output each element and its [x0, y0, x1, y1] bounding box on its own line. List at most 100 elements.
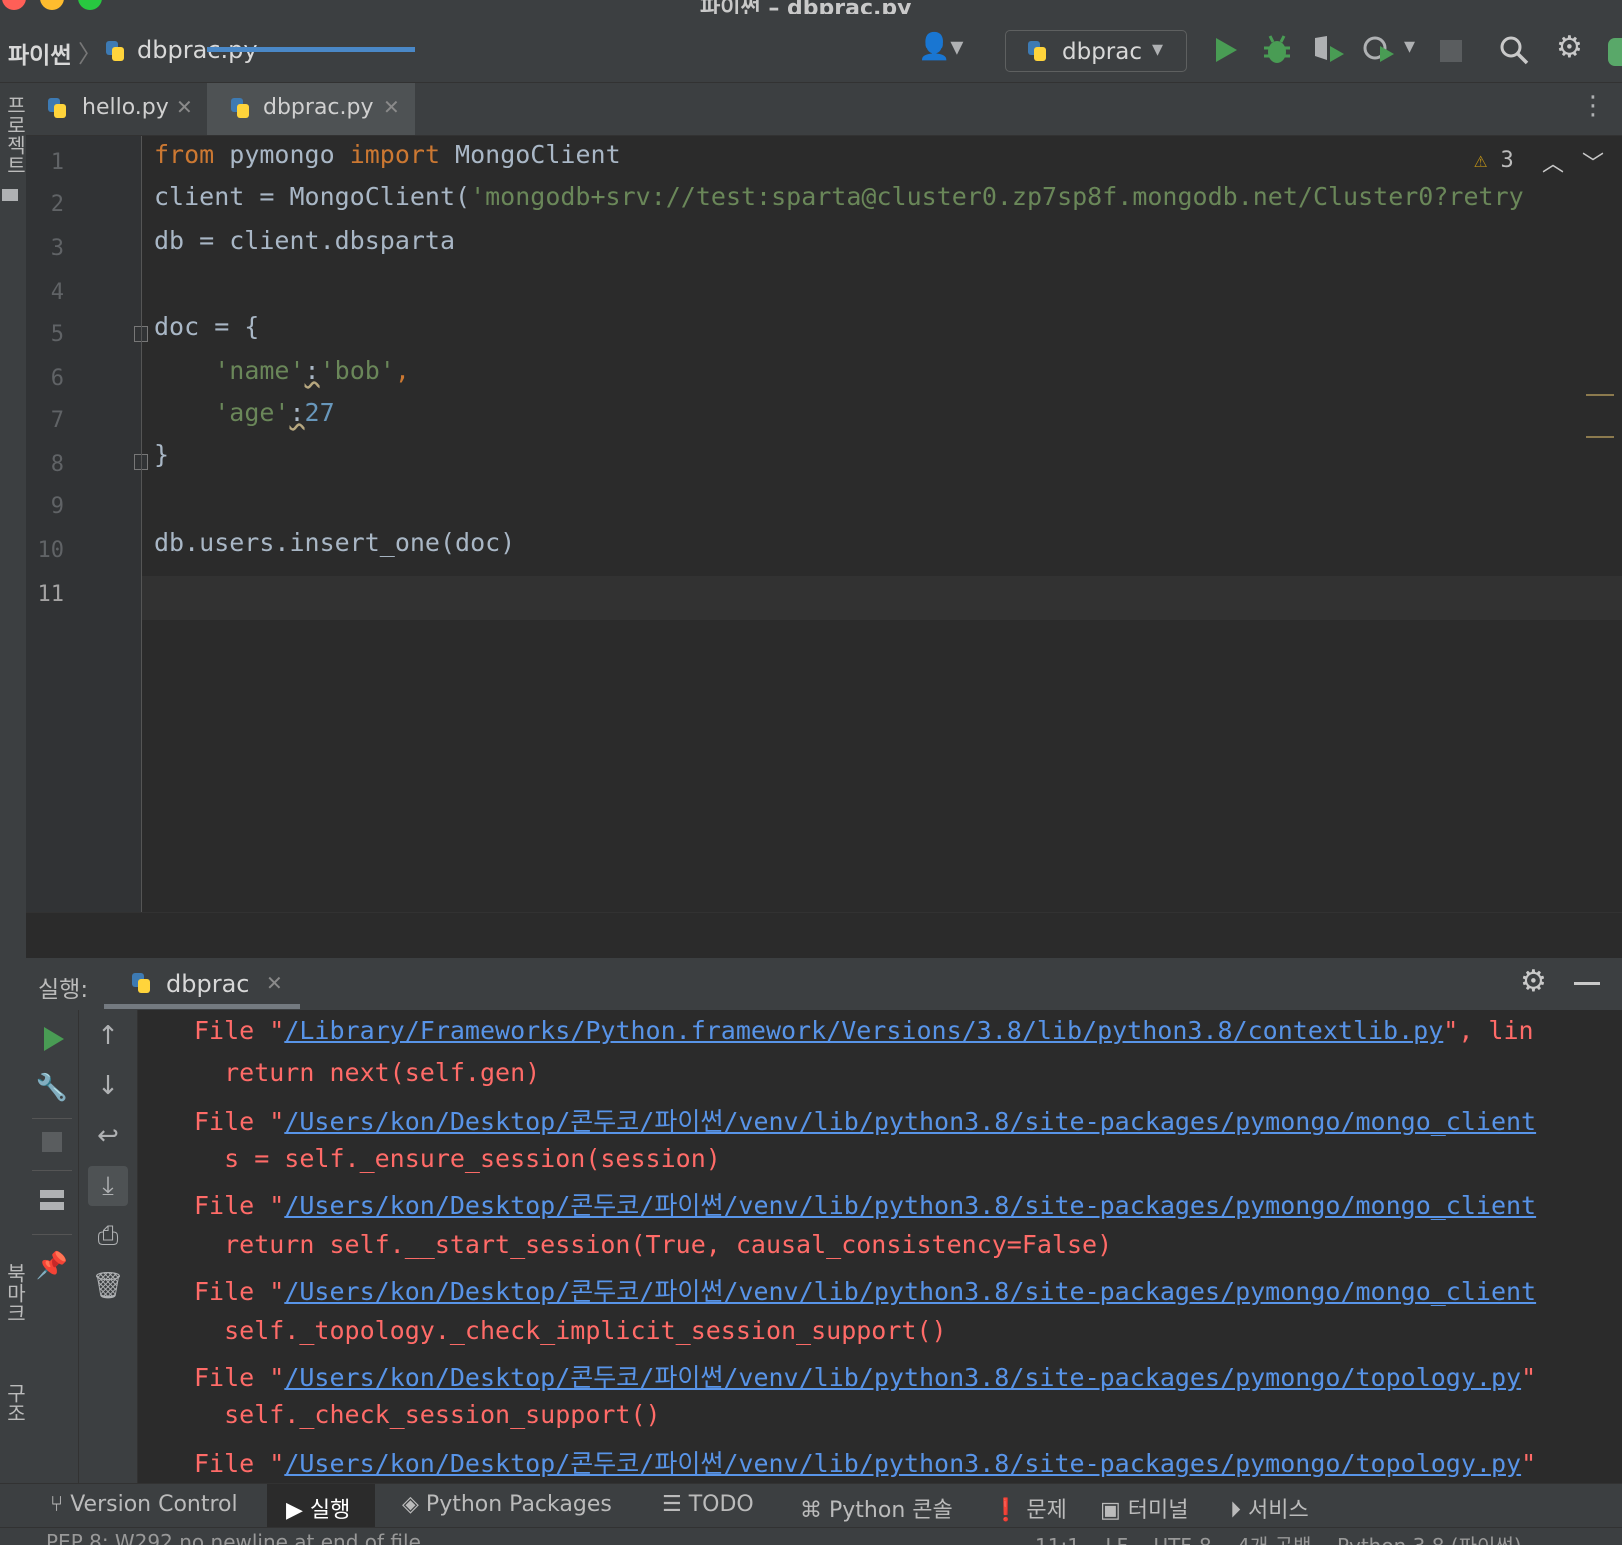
run-panel-body: 🔧 📌 ↑ ↓ ↩ ⤓ ⎙ 🗑 File "/Library/Framework… — [26, 1010, 1622, 1483]
status-message: PEP 8: W292 no newline at end of file — [46, 1530, 421, 1545]
terminal-icon: ▣ — [1100, 1498, 1128, 1523]
run-panel-label: 실행: — [38, 977, 89, 1003]
tab-label: dbprac.py — [263, 95, 374, 120]
tab-hello-py[interactable]: hello.py ✕ — [26, 83, 204, 135]
current-line-highlight — [142, 576, 1622, 620]
file-link[interactable]: /Users/kon/Desktop/콘두코/파이썬/venv/lib/pyth… — [284, 1107, 1536, 1136]
tool-tab-version-control[interactable]: ⑂ Version Control — [50, 1492, 238, 1517]
list-icon: ☰ — [662, 1492, 689, 1517]
account-icon[interactable]: 👤▾ — [918, 32, 963, 62]
status-info: 11:1 LF UTF-8 4개 공백 Python 3.8 (파이썬) — [1035, 1530, 1522, 1545]
layout-icon-lower — [40, 1202, 64, 1210]
file-link[interactable]: /Users/kon/Desktop/콘두코/파이썬/venv/lib/pyth… — [284, 1363, 1521, 1392]
warning-count: 3 — [1500, 148, 1514, 173]
trash-icon[interactable]: 🗑 — [88, 1266, 128, 1306]
close-icon[interactable]: ✕ — [176, 95, 193, 119]
minimize-window-button[interactable] — [40, 0, 64, 10]
warnings-indicator[interactable]: ⚠ 3 — [1474, 148, 1514, 173]
line-number: 3 — [50, 236, 64, 261]
line-number: 7 — [50, 408, 64, 433]
panel-splitter[interactable] — [26, 912, 1622, 959]
file-link[interactable]: /Users/kon/Desktop/콘두코/파이썬/venv/lib/pyth… — [284, 1277, 1536, 1306]
breadcrumb-project[interactable]: 파이썬 — [8, 36, 71, 70]
debug-icon[interactable] — [1262, 34, 1292, 66]
python-file-icon — [106, 41, 124, 61]
line-number: 2 — [50, 192, 64, 217]
file-link[interactable]: /Users/kon/Desktop/콘두코/파이썬/venv/lib/pyth… — [284, 1449, 1521, 1478]
code-line-8: } — [154, 440, 170, 469]
arrow-up-icon[interactable]: ↑ — [88, 1016, 128, 1056]
layout-icon[interactable] — [40, 1190, 64, 1198]
caret-position[interactable]: 11:1 — [1035, 1534, 1080, 1545]
python-file-icon — [48, 98, 66, 118]
tool-tab-python-packages[interactable]: ◈ Python Packages — [402, 1492, 612, 1517]
traceback-file-line: File "/Library/Frameworks/Python.framewo… — [194, 1016, 1534, 1045]
folder-icon — [2, 189, 18, 201]
indent-setting[interactable]: 4개 공백 — [1237, 1534, 1311, 1545]
tool-tab-todo[interactable]: ☰ TODO — [662, 1492, 754, 1517]
code-line-3: db = client.dbsparta — [154, 226, 456, 255]
arrow-down-icon[interactable]: ↓ — [88, 1066, 128, 1106]
code-line-10: db.users.insert_one(doc) — [154, 528, 516, 557]
profile-icon[interactable] — [1362, 34, 1396, 66]
tool-tab-problems[interactable]: ❗ 문제 — [992, 1492, 1067, 1524]
python-icon — [1028, 41, 1046, 61]
more-tabs-icon[interactable]: ⋮ — [1580, 91, 1606, 121]
settings-gear-icon[interactable]: ⚙ — [1520, 964, 1547, 999]
close-icon[interactable]: ✕ — [266, 971, 283, 995]
tool-tab-python-console[interactable]: ⌘ Python 콘솔 — [800, 1492, 953, 1524]
python-icon — [132, 973, 150, 993]
line-number: 1 — [50, 150, 64, 175]
traceback-code-line: return next(self.gen) — [194, 1058, 541, 1087]
run-tab-label[interactable]: dbprac — [166, 970, 249, 998]
console-output[interactable]: File "/Library/Frameworks/Python.framewo… — [140, 1010, 1622, 1483]
wrench-icon[interactable]: 🔧 — [32, 1068, 72, 1108]
line-number: 8 — [50, 452, 64, 477]
line-number-gutter: 1 2 3 4 5 6 7 8 9 10 11 — [26, 136, 148, 912]
line-number: 9 — [50, 494, 64, 519]
print-icon[interactable]: ⎙ — [88, 1216, 128, 1256]
coverage-icon[interactable] — [1312, 34, 1346, 66]
left-tool-strip: 프로젝트 북마크 구조 — [0, 83, 27, 1483]
more-run-options-icon[interactable]: ▾ — [1404, 34, 1415, 59]
run-icon[interactable] — [1213, 36, 1239, 64]
line-number: 6 — [50, 366, 64, 391]
code-line-5: doc = { — [154, 312, 260, 341]
scrollbar-warning-mark[interactable] — [1586, 394, 1614, 396]
traceback-file-line: File "/Users/kon/Desktop/콘두코/파이썬/venv/li… — [194, 1363, 1537, 1392]
hide-panel-icon[interactable] — [1574, 982, 1600, 985]
search-icon[interactable] — [1498, 34, 1530, 66]
file-link[interactable]: /Users/kon/Desktop/콘두코/파이썬/venv/lib/pyth… — [284, 1191, 1536, 1220]
previous-highlight-icon[interactable]: ︿ — [1542, 146, 1564, 178]
close-icon[interactable]: ✕ — [383, 95, 400, 119]
run-configuration-select[interactable]: dbprac ▾ — [1005, 30, 1187, 72]
plugin-icon[interactable] — [1608, 38, 1622, 66]
tool-window-bar: ⑂ Version Control ▶ 실행 ◈ Python Packages… — [0, 1483, 1622, 1528]
settings-gear-icon[interactable]: ⚙ — [1556, 30, 1583, 65]
toolbar-divider — [32, 1118, 72, 1119]
close-window-button[interactable] — [2, 0, 26, 10]
tool-tab-run[interactable]: ▶ 실행 — [286, 1492, 350, 1524]
rerun-icon[interactable] — [42, 1026, 66, 1052]
code-line-6: 'name':'bob', — [214, 356, 410, 385]
line-number: 5 — [50, 322, 64, 347]
branch-icon: ⑂ — [50, 1492, 71, 1517]
traceback-file-line: File "/Users/kon/Desktop/콘두코/파이썬/venv/li… — [194, 1191, 1537, 1220]
line-separator[interactable]: LF — [1105, 1534, 1128, 1545]
gutter-divider — [141, 136, 142, 912]
scrollbar-warning-mark[interactable] — [1586, 436, 1614, 438]
zoom-window-button[interactable] — [78, 0, 102, 10]
tool-tab-terminal[interactable]: ▣ 터미널 — [1100, 1492, 1189, 1524]
soft-wrap-icon[interactable]: ↩ — [88, 1116, 128, 1156]
next-highlight-icon[interactable]: ﹀ — [1582, 146, 1604, 178]
services-icon: ⏵ — [1230, 1498, 1248, 1523]
code-editor[interactable]: 1 2 3 4 5 6 7 8 9 10 11 from pymongo imp… — [26, 136, 1622, 912]
editor-tab-bar: hello.py ✕ dbprac.py ✕ ⋮ — [26, 83, 1622, 136]
tab-dbprac-py[interactable]: dbprac.py ✕ — [207, 83, 415, 135]
scroll-to-end-icon[interactable]: ⤓ — [88, 1166, 128, 1206]
tool-tab-services[interactable]: ⏵ 서비스 — [1230, 1492, 1309, 1524]
file-encoding[interactable]: UTF-8 — [1153, 1534, 1211, 1545]
interpreter[interactable]: Python 3.8 (파이썬) — [1337, 1534, 1522, 1545]
pin-icon[interactable]: 📌 — [32, 1246, 72, 1286]
file-link[interactable]: /Library/Frameworks/Python.framework/Ver… — [284, 1016, 1443, 1045]
